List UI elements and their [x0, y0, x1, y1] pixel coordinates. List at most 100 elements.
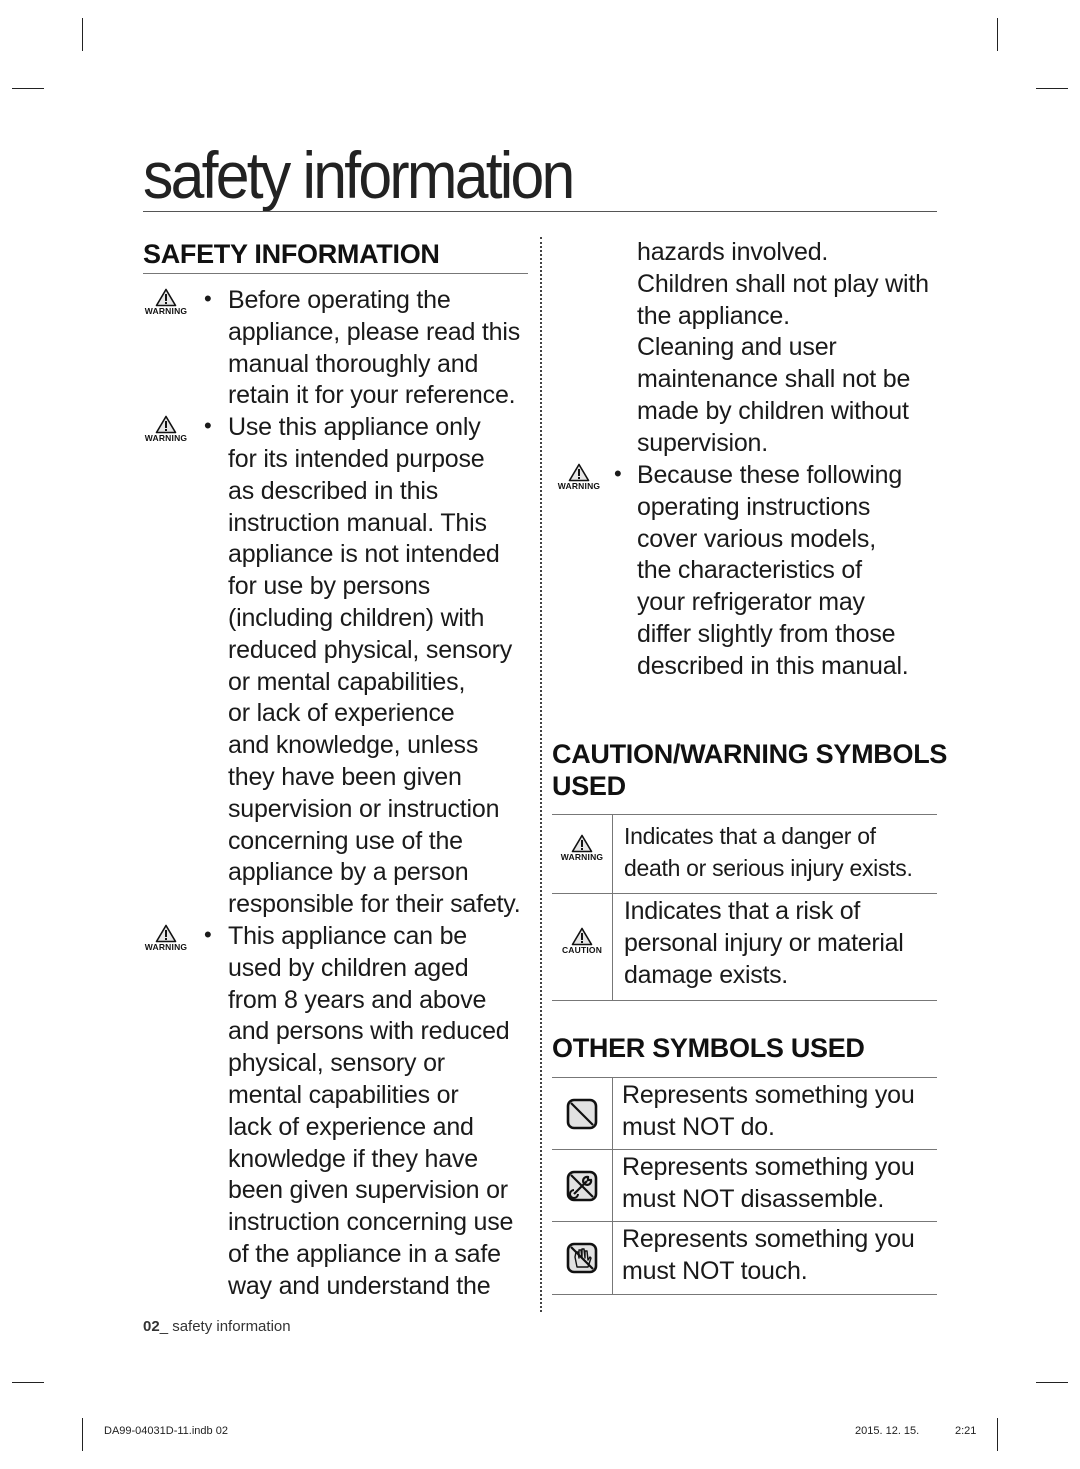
- symbol-icon-cell: [552, 1078, 613, 1149]
- symbol-icon-cell: [552, 1150, 613, 1221]
- safety-item-line: supervision or instruction: [228, 794, 500, 823]
- continuation-line: maintenance shall not be: [637, 365, 911, 394]
- heading-line: CAUTION/WARNING SYMBOLS: [552, 739, 948, 769]
- symbol-row: Represents something you must NOT touch.: [552, 1222, 937, 1295]
- continuation-line: the appliance.: [637, 301, 790, 330]
- description-line: Represents something you: [622, 1153, 915, 1181]
- safety-item-line: Use this appliance only: [228, 413, 481, 442]
- symbol-row: CAUTION Indicates that a risk of personal …: [552, 894, 937, 1001]
- safety-item-line: cover various models,: [637, 524, 876, 553]
- safety-item-line: mental capabilities or: [228, 1081, 459, 1109]
- continuation-line: hazards involved.: [637, 238, 829, 266]
- symbol-row: Represents something you must NOT disasse…: [552, 1150, 937, 1222]
- safety-item-line: (including children) with: [228, 604, 485, 632]
- heading-rule: [143, 273, 528, 274]
- caution-triangle-icon: CAUTION: [556, 927, 608, 955]
- warning-badge: WARNING: [140, 415, 192, 443]
- safety-item-line: of the appliance in a safe: [228, 1240, 501, 1268]
- no-touch-icon: [566, 1242, 598, 1279]
- safety-item-line: differ slightly from those: [637, 620, 896, 648]
- crop-mark: [1036, 88, 1068, 89]
- no-disassemble-icon: [566, 1170, 598, 1207]
- print-time: 2:21: [955, 1425, 977, 1437]
- footer-label: _ safety information: [159, 1318, 291, 1335]
- symbol-description: Indicates that a risk of personal injury …: [624, 896, 904, 991]
- safety-item-line: or lack of experience: [228, 699, 455, 728]
- badge-label: WARNING: [144, 942, 188, 952]
- description-line: must NOT touch.: [622, 1256, 808, 1285]
- badge-label: WARNING: [144, 433, 188, 444]
- safety-item-line: way and understand the: [228, 1271, 491, 1300]
- column-divider: [540, 237, 542, 1312]
- safety-item-line: and knowledge, unless: [228, 731, 479, 760]
- safety-item-line: knowledge if they have: [228, 1144, 478, 1173]
- badge-label: CAUTION: [561, 945, 603, 955]
- safety-item-line: been given supervision or: [228, 1176, 508, 1205]
- symbol-description: Represents something you must NOT do.: [622, 1080, 915, 1144]
- print-date: 2015. 12. 15.: [855, 1425, 920, 1437]
- safety-item-line: or mental capabilities,: [228, 667, 466, 696]
- warning-badge: WARNING: [140, 924, 192, 952]
- description-line: damage exists.: [624, 960, 788, 989]
- description-line: death or serious injury exists.: [624, 854, 913, 881]
- symbol-row: Represents something you must NOT do.: [552, 1078, 937, 1150]
- warning-triangle-icon: [140, 415, 192, 434]
- crop-mark: [997, 1418, 998, 1451]
- badge-label: WARNING: [144, 306, 188, 316]
- section-heading-other-symbols: OTHER SYMBOLS USED: [552, 1033, 865, 1063]
- page-footer: 02_ safety information: [143, 1318, 291, 1335]
- continuation-line: Cleaning and user: [637, 333, 837, 362]
- heading-line: USED: [552, 771, 626, 801]
- page-title: safety information: [143, 138, 575, 212]
- safety-item-line: retain it for your reference.: [228, 381, 516, 410]
- symbol-description: Indicates that a danger of death or serio…: [624, 821, 913, 885]
- crop-mark: [997, 18, 998, 51]
- crop-mark: [82, 1418, 83, 1451]
- bullet-icon: •: [204, 922, 212, 947]
- crop-mark: [12, 1382, 44, 1383]
- crop-mark: [1036, 1382, 1068, 1383]
- warning-triangle-icon: [553, 463, 605, 482]
- safety-item-line: concerning use of the: [228, 826, 463, 855]
- symbol-row: WARNING Indicates that a danger of death o…: [552, 815, 937, 894]
- print-file-info: DA99-04031D-11.indb 02: [104, 1425, 228, 1437]
- warning-badge: WARNING: [553, 463, 605, 491]
- safety-item-line: operating instructions: [637, 492, 871, 521]
- safety-item-line: appliance by a person: [228, 858, 469, 887]
- safety-item-line: and persons with reduced: [228, 1017, 510, 1046]
- badge-label: WARNING: [557, 481, 601, 491]
- warning-badge: WARNING: [140, 288, 192, 316]
- safety-item-line: This appliance can be: [228, 922, 468, 950]
- safety-item-line: used by children aged: [228, 953, 469, 982]
- safety-item-line: from 8 years and above: [228, 985, 487, 1014]
- safety-item-line: as described in this: [228, 476, 439, 505]
- safety-item-line: instruction manual. This: [228, 508, 487, 537]
- badge-label: WARNING: [560, 852, 604, 862]
- bullet-icon: •: [204, 286, 212, 311]
- continuation-line: made by children without: [637, 397, 909, 425]
- warning-triangle-icon: WARNING: [556, 834, 608, 862]
- description-line: must NOT disassemble.: [622, 1184, 885, 1213]
- description-line: Indicates that a danger of: [624, 823, 876, 849]
- symbol-icon-cell: WARNING: [552, 815, 613, 893]
- safety-item-line: for use by persons: [228, 572, 431, 601]
- crop-mark: [82, 18, 83, 51]
- safety-item-line: responsible for their safety.: [228, 890, 521, 919]
- symbol-icon-cell: [552, 1222, 613, 1294]
- symbol-icon-cell: CAUTION: [552, 894, 613, 1000]
- section-heading-safety-information: SAFETY INFORMATION: [143, 239, 440, 269]
- bullet-icon: •: [204, 413, 212, 439]
- description-line: personal injury or material: [624, 928, 904, 957]
- safety-item-line: appliance is not intended: [228, 540, 500, 569]
- safety-item-line: physical, sensory or: [228, 1049, 445, 1078]
- bullet-icon: •: [614, 461, 622, 486]
- warning-triangle-icon: [140, 924, 192, 943]
- safety-item-line: appliance, please read this: [228, 317, 521, 346]
- safety-item-line: Before operating the: [228, 286, 451, 314]
- safety-item-line: for its intended purpose: [228, 445, 485, 473]
- safety-item-line: manual thoroughly and: [228, 349, 479, 378]
- symbol-description: Represents something you must NOT touch.: [622, 1224, 915, 1288]
- description-line: Represents something you: [622, 1081, 915, 1109]
- safety-item-line: the characteristics of: [637, 556, 862, 585]
- title-rule: [143, 211, 937, 212]
